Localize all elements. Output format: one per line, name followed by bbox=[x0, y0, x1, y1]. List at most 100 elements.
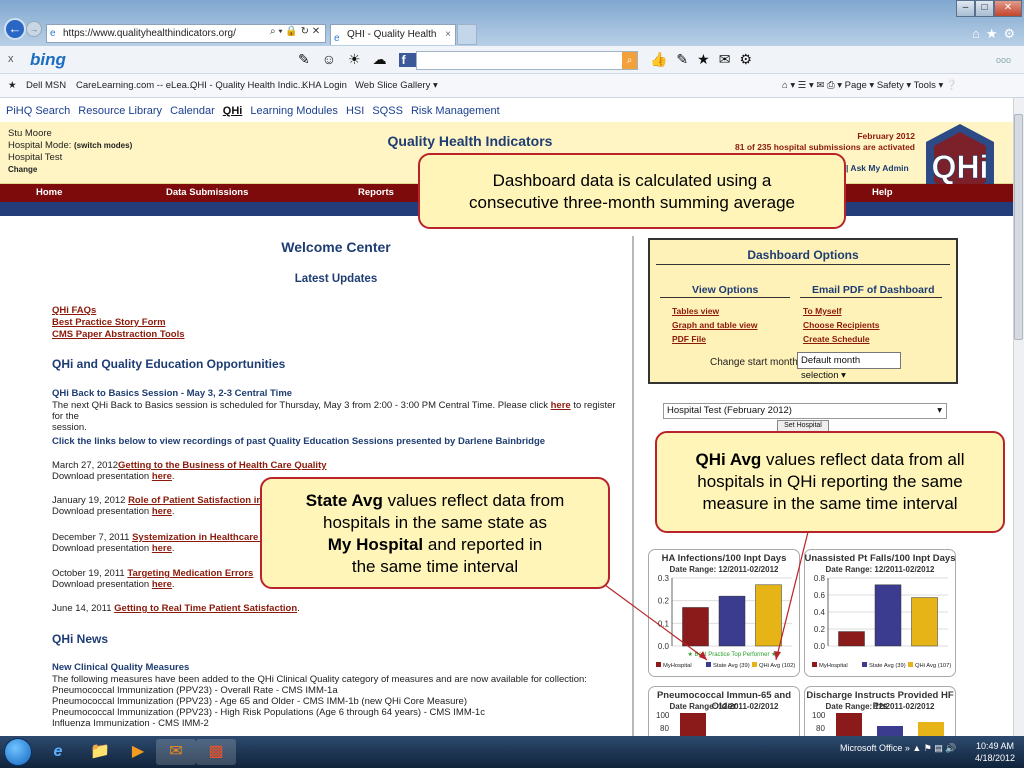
chart-tick-label: 0.0 bbox=[658, 642, 670, 651]
welcome-title: Welcome Center bbox=[281, 239, 391, 255]
ie-taskbar-icon[interactable]: e bbox=[38, 739, 78, 765]
site-nav-pihq[interactable]: PiHQ Search bbox=[6, 105, 70, 117]
session-date: January 19, 2012 bbox=[52, 495, 126, 506]
news-subheading: New Clinical Quality Measures bbox=[52, 662, 190, 673]
command-bar[interactable]: ⌂ ▾ ☰ ▾ ✉ ⎙ ▾ Page ▾ Safety ▾ Tools ▾ ❔ bbox=[782, 80, 958, 91]
callout-line: consecutive three-month summing average bbox=[469, 193, 795, 212]
outlook-taskbar-icon[interactable]: ✉ bbox=[156, 739, 196, 765]
site-nav-hsi[interactable]: HSI bbox=[346, 105, 364, 117]
site-nav-sqss[interactable]: SQSS bbox=[372, 105, 403, 117]
fav-item-msn[interactable]: Dell MSN bbox=[26, 80, 66, 91]
ask-admin-link[interactable]: | Ask My Admin bbox=[846, 163, 909, 173]
fav-item-carelearning[interactable]: CareLearning.com -- eLea... bbox=[76, 80, 195, 91]
site-nav-qhi[interactable]: QHi bbox=[223, 105, 243, 117]
close-icon[interactable]: ✕ bbox=[994, 0, 1022, 17]
callout-line: values reflect data from bbox=[382, 491, 565, 510]
clock-date: 4/18/2012 bbox=[975, 753, 1016, 763]
download-here-link[interactable]: here bbox=[152, 471, 172, 482]
download-here-link[interactable]: here bbox=[152, 579, 172, 590]
windows-start-icon[interactable] bbox=[4, 738, 32, 766]
home-star-gear-icon[interactable]: ⌂★⚙ bbox=[972, 26, 1021, 42]
chart-tick-label: 0.0 bbox=[814, 642, 826, 651]
session-link[interactable]: Role of Patient Satisfaction in Q bbox=[128, 495, 272, 506]
change-link[interactable]: Change bbox=[8, 164, 132, 176]
maximize-icon[interactable]: □ bbox=[975, 0, 994, 17]
graph-table-view-link[interactable]: Graph and table view bbox=[672, 320, 758, 330]
tab-close-icon[interactable]: × bbox=[445, 25, 451, 44]
pdf-file-link[interactable]: PDF File bbox=[672, 334, 706, 344]
nav-home[interactable]: Home bbox=[36, 187, 62, 198]
new-tab-button[interactable] bbox=[457, 24, 477, 45]
bing-search-input[interactable] bbox=[416, 51, 638, 70]
command-icons[interactable]: ⌂ ▾ ☰ ▾ ✉ ⎙ ▾ bbox=[782, 80, 842, 91]
chart-tick-label: 0.3 bbox=[658, 574, 670, 583]
divider bbox=[660, 297, 790, 298]
session-link[interactable]: Getting to Real Time Patient Satisfactio… bbox=[114, 603, 297, 614]
legend-label: MyHospital bbox=[819, 663, 848, 669]
download-here-link[interactable]: here bbox=[152, 543, 172, 554]
hospital-select[interactable]: Hospital Test (February 2012) ▾ bbox=[663, 403, 947, 419]
current-month: February 2012 bbox=[857, 131, 915, 141]
search-refresh-icon[interactable]: ⌕ ▾ 🔒 ↻ ✕ bbox=[270, 26, 320, 37]
session-title: QHi Back to Basics Session - May 3, 2-3 … bbox=[52, 388, 293, 399]
site-nav-resource[interactable]: Resource Library bbox=[78, 105, 162, 117]
callout-line: the same time interval bbox=[351, 557, 519, 576]
chart-tick-label: 0.6 bbox=[814, 591, 826, 600]
command-labels[interactable]: Page ▾ Safety ▾ Tools ▾ bbox=[845, 80, 944, 91]
clock[interactable]: 10:49 AM 4/18/2012 bbox=[975, 740, 1015, 764]
site-nav: PiHQ Search Resource Library Calendar QH… bbox=[6, 105, 505, 117]
more-icon[interactable]: ooo bbox=[996, 55, 1011, 65]
system-tray[interactable]: Microsoft Office » ▲ ⚑ ▤ 🔊 bbox=[840, 743, 957, 754]
faq-link[interactable]: QHi FAQs bbox=[52, 305, 96, 316]
search-icon[interactable]: ⌕ bbox=[622, 52, 637, 69]
tab-qhi[interactable]: eQHI - Quality Health Indica...× bbox=[330, 24, 456, 59]
folder-taskbar-icon[interactable]: 📁 bbox=[80, 739, 120, 765]
toolbar-app-icons[interactable]: ✎☺☀☁ f bbox=[298, 51, 421, 68]
legend-label: State Avg (39) bbox=[869, 663, 906, 669]
create-schedule-link[interactable]: Create Schedule bbox=[803, 334, 870, 344]
minimize-icon[interactable]: – bbox=[956, 0, 975, 17]
chart-tick-label: 0.1 bbox=[658, 619, 670, 628]
email-myself-link[interactable]: To Myself bbox=[803, 306, 842, 316]
download-here-link[interactable]: here bbox=[152, 506, 172, 517]
tables-view-link[interactable]: Tables view bbox=[672, 306, 719, 316]
chart-bar bbox=[755, 584, 782, 647]
hospital-select-value: Hospital Test (February 2012) bbox=[667, 405, 792, 416]
bing-close-icon[interactable]: x bbox=[8, 53, 14, 65]
site-nav-learning[interactable]: Learning Modules bbox=[250, 105, 337, 117]
start-month-select[interactable]: Default month selection ▾ bbox=[797, 352, 901, 381]
fav-item-webslice[interactable]: Web Slice Gallery ▾ bbox=[355, 80, 438, 91]
session-link[interactable]: Systemization in Healthcare Qu bbox=[132, 532, 274, 543]
session-date: June 14, 2011 bbox=[52, 603, 112, 614]
toolbar-extra-icons[interactable]: 👍✎★✉⚙ bbox=[650, 51, 761, 68]
forward-arrow-icon[interactable]: → bbox=[26, 21, 42, 37]
nav-help[interactable]: Help bbox=[872, 187, 893, 198]
chart-bar bbox=[838, 631, 865, 647]
site-nav-risk[interactable]: Risk Management bbox=[411, 105, 500, 117]
session-date: March 27, 2012 bbox=[52, 460, 119, 471]
powerpoint-taskbar-icon[interactable]: ▩ bbox=[196, 739, 236, 765]
cms-tools-link[interactable]: CMS Paper Abstraction Tools bbox=[52, 329, 185, 340]
media-taskbar-icon[interactable]: ▶ bbox=[118, 739, 158, 765]
fav-item-qhi[interactable]: QHI - Quality Health Indic... bbox=[190, 80, 306, 91]
legend-swatch bbox=[656, 662, 661, 667]
favorites-star-icon[interactable]: ★ bbox=[8, 80, 17, 91]
nav-data-submissions[interactable]: Data Submissions bbox=[166, 187, 248, 198]
session-link[interactable]: Getting to the Business of Health Care Q… bbox=[118, 460, 327, 471]
session-item: January 19, 2012 Role of Patient Satisfa… bbox=[52, 495, 273, 517]
session-link[interactable]: Targeting Medication Errors bbox=[127, 568, 253, 579]
nav-reports[interactable]: Reports bbox=[358, 187, 394, 198]
window-controls: – □ ✕ bbox=[956, 0, 1022, 18]
best-practice-link[interactable]: Best Practice Story Form bbox=[52, 317, 166, 328]
legend-swatch bbox=[812, 662, 817, 667]
news-line: Pneumococcal Immunization (PPV23) - Over… bbox=[52, 685, 338, 696]
divider bbox=[656, 264, 950, 265]
choose-recipients-link[interactable]: Choose Recipients bbox=[803, 320, 880, 330]
help-icon[interactable]: ❔ bbox=[946, 80, 958, 91]
site-nav-calendar[interactable]: Calendar bbox=[170, 105, 215, 117]
fav-item-kha[interactable]: KHA Login bbox=[302, 80, 347, 91]
scrollbar-thumb[interactable] bbox=[1014, 114, 1023, 340]
register-here-link[interactable]: here bbox=[551, 400, 571, 411]
session-text-1: The next QHi Back to Basics session is s… bbox=[52, 400, 548, 411]
back-arrow-icon[interactable]: ← bbox=[4, 18, 26, 40]
